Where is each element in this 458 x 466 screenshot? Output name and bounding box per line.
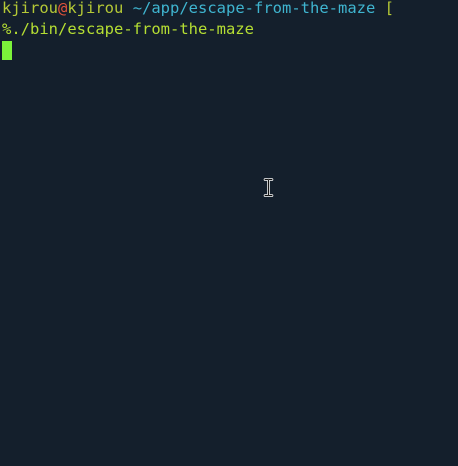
prompt-symbol: % [2,20,12,38]
prompt-user: kjirou [2,0,58,17]
command-text: ./bin/escape-from-the-maze [11,20,254,38]
prompt-at-sign: @ [58,0,68,17]
prompt-line: kjirou@kjirou ~/app/escape-from-the-maze… [2,0,394,19]
terminal-block-cursor [2,41,12,60]
input-line[interactable] [2,40,12,61]
prompt-path: ~/app/escape-from-the-maze [132,0,376,17]
terminal-window[interactable]: kjirou@kjirou ~/app/escape-from-the-maze… [0,0,458,466]
prompt-git-indicator: [ [384,0,395,17]
prompt-host: kjirou [67,0,124,17]
text-ibeam-cursor-icon [263,178,274,197]
command-line: %./bin/escape-from-the-maze [2,19,254,40]
